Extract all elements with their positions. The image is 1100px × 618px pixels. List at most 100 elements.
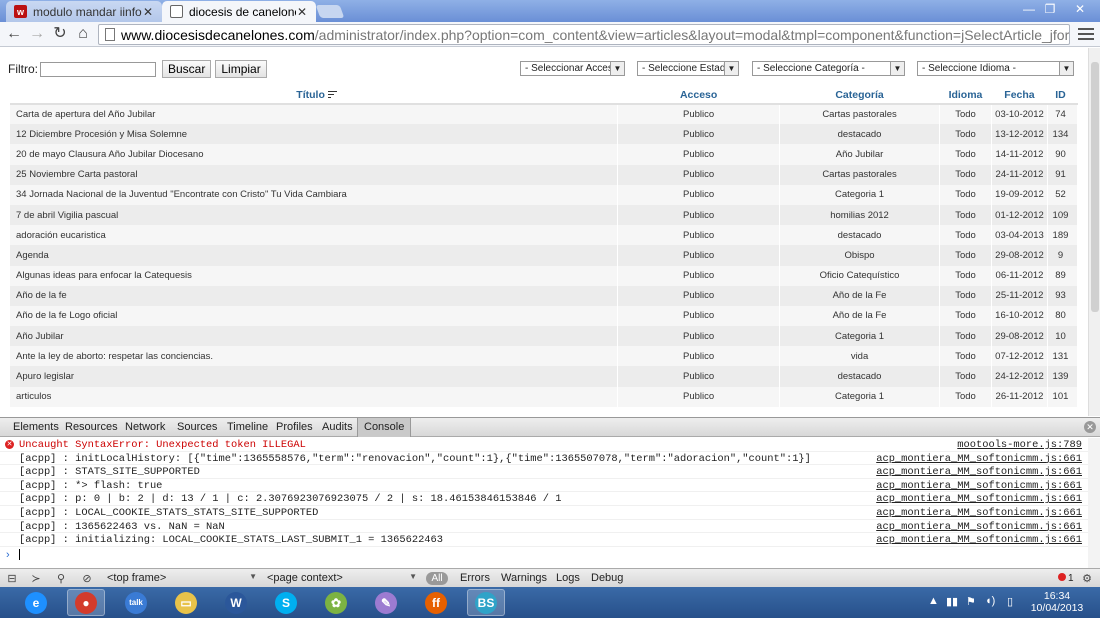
table-row[interactable]: Ante la ley de aborto: respetar las conc… [10,346,1079,367]
cell-title[interactable]: Agenda [10,245,619,266]
access-select[interactable]: - Seleccionar Acceso - ▼ [520,61,625,76]
state-select[interactable]: - Seleccione Estado - ▼ [637,61,739,76]
table-row[interactable]: Apuro legislar Publico destacado Todo 24-12-… [10,366,1079,387]
cell-title[interactable]: 7 de abril Vigilia pascual [10,204,619,226]
filter-errors-button[interactable]: Errors [460,572,490,584]
console-source-link[interactable]: acp_montiera_MM_softonicmm.js:661 [876,507,1082,519]
filter-debug-button[interactable]: Debug [591,572,623,584]
header-language[interactable]: Idioma [939,86,992,105]
table-row[interactable]: Agenda Publico Obispo Todo 29-08-2012 9 [10,245,1079,266]
language-select[interactable]: - Seleccione Idioma - ▼ [917,61,1074,76]
cell-title[interactable]: Algunas ideas para enfocar la Catequesis [10,265,619,286]
gear-icon[interactable]: ⚙ [1080,573,1094,585]
new-tab-button[interactable] [315,5,345,18]
devtools-tab-timeline[interactable]: Timeline [227,421,268,433]
forward-arrow-icon[interactable]: → [27,25,47,43]
console-source-link[interactable]: acp_montiera_MM_softonicmm.js:661 [876,453,1082,465]
cell-title[interactable]: articulos [10,386,619,407]
system-clock[interactable]: 16:34 10/04/2013 [1030,590,1084,614]
taskbar-app[interactable]: ✿ [317,589,355,616]
taskbar-app[interactable]: talk [117,589,155,616]
table-row[interactable]: 25 Noviembre Carta pastoral Publico Cartas… [10,164,1079,185]
address-bar[interactable]: www.diocesisdecanelones.com/administrato… [98,24,1070,45]
close-tab-icon[interactable]: ✕ [142,5,154,19]
clear-button[interactable]: Limpiar [215,60,267,78]
scrollbar-thumb[interactable] [1091,62,1099,312]
filter-logs-button[interactable]: Logs [556,572,580,584]
dock-icon[interactable]: ⊟ [5,573,19,585]
cell-title[interactable]: Año Jubilar [10,326,619,347]
table-row[interactable]: Algunas ideas para enfocar la Catequesis… [10,265,1079,286]
console-source-link[interactable]: acp_montiera_MM_softonicmm.js:661 [876,534,1082,546]
table-row[interactable]: Año de la fe Publico Año de la Fe Todo 25-11… [10,285,1079,306]
cell-title[interactable]: 34 Jornada Nacional de la Juventud "Enco… [10,184,619,205]
header-title[interactable]: Título [10,86,619,105]
category-select[interactable]: - Seleccione Categoría - ▼ [752,61,905,76]
tray-arrow-icon[interactable]: ▲ [928,595,939,607]
taskbar-app[interactable]: e [17,589,55,616]
search-button[interactable]: Buscar [162,60,212,78]
context-selector[interactable]: <page context> ▼ [267,572,417,586]
home-icon[interactable]: ⌂ [73,25,93,43]
console-source-link[interactable]: acp_montiera_MM_softonicmm.js:661 [876,493,1082,505]
devtools-tab-network[interactable]: Network [125,421,165,433]
header-category[interactable]: Categoría [779,86,940,105]
table-row[interactable]: Año de la fe Logo oficial Publico Año de l… [10,305,1079,327]
browser-tab-diocesis[interactable]: diocesis de canelones - A ✕ [162,1,316,22]
taskbar-app[interactable]: ● [67,589,105,616]
show-drawer-icon[interactable]: ≻ [29,573,43,585]
page-scrollbar[interactable] [1088,48,1100,416]
console-input[interactable] [19,549,20,560]
power-icon[interactable]: ▯ [1007,595,1013,608]
table-row[interactable]: articulos Publico Categoria 1 Todo 26-11-201… [10,386,1079,407]
console-source-link[interactable]: acp_montiera_MM_softonicmm.js:661 [876,466,1082,478]
close-window-icon[interactable]: ✕ [1072,2,1088,16]
taskbar-app[interactable]: W [217,589,255,616]
taskbar-app[interactable]: ▭ [167,589,205,616]
chrome-menu-icon[interactable] [1078,28,1094,40]
devtools-tab-elements[interactable]: Elements [13,421,59,433]
restore-window-icon[interactable]: ❐ [1043,2,1057,16]
cell-title[interactable]: Año de la fe Logo oficial [10,305,619,327]
cell-title[interactable]: Ante la ley de aborto: respetar las conc… [10,346,619,367]
close-devtools-icon[interactable]: ✕ [1084,421,1096,433]
table-row[interactable]: 34 Jornada Nacional de la Juventud "Enco… [10,184,1079,205]
console-source-link[interactable]: mootools-more.js:789 [957,439,1082,451]
flag-icon[interactable]: ⚑ [966,595,976,608]
taskbar-app[interactable]: BS [467,589,505,616]
cell-title[interactable]: 12 Diciembre Procesión y Misa Solemne [10,124,619,145]
volume-icon[interactable]: ◖) [985,595,995,607]
taskbar-app[interactable]: ff [417,589,455,616]
table-row[interactable]: Carta de apertura del Año Jubilar Publico… [10,104,1079,125]
console-source-link[interactable]: acp_montiera_MM_softonicmm.js:661 [876,480,1082,492]
search-icon[interactable]: ⚲ [54,573,68,585]
header-access[interactable]: Acceso [617,86,781,105]
cell-title[interactable]: 20 de mayo Clausura Año Jubilar Diocesan… [10,144,619,165]
filter-warnings-button[interactable]: Warnings [501,572,547,584]
console-source-link[interactable]: acp_montiera_MM_softonicmm.js:661 [876,521,1082,533]
clear-console-icon[interactable]: ⊘ [80,573,94,585]
devtools-tab-sources[interactable]: Sources [177,421,217,433]
devtools-tab-audits[interactable]: Audits [322,421,353,433]
table-row[interactable]: adoración eucaristica Publico destacado Tod… [10,225,1079,246]
header-date[interactable]: Fecha [991,86,1048,105]
filter-search-input[interactable] [40,61,156,77]
cell-title[interactable]: Apuro legislar [10,366,619,387]
reload-icon[interactable]: ↻ [50,25,70,43]
browser-tab-modulo[interactable]: w modulo mandar iinforam ✕ [6,1,162,22]
table-row[interactable]: Año Jubilar Publico Categoria 1 Todo 29-08-2… [10,326,1079,347]
taskbar-app[interactable]: S [267,589,305,616]
error-count-badge[interactable]: 1 [1058,573,1074,584]
cell-title[interactable]: adoración eucaristica [10,225,619,246]
taskbar-app[interactable]: ✎ [367,589,405,616]
table-row[interactable]: 7 de abril Vigilia pascual Publico homilia… [10,204,1079,226]
devtools-tab-profiles[interactable]: Profiles [276,421,313,433]
table-row[interactable]: 20 de mayo Clausura Año Jubilar Diocesan… [10,144,1079,165]
minimize-window-icon[interactable]: — [1022,2,1036,16]
console-scrollbar[interactable] [1088,438,1100,568]
cell-title[interactable]: 25 Noviembre Carta pastoral [10,164,619,185]
network-icon[interactable]: ▮▮ [946,595,958,608]
table-row[interactable]: 12 Diciembre Procesión y Misa Solemne Pub… [10,124,1079,145]
filter-all-button[interactable]: All [426,572,448,585]
cell-title[interactable]: Año de la fe [10,285,619,306]
